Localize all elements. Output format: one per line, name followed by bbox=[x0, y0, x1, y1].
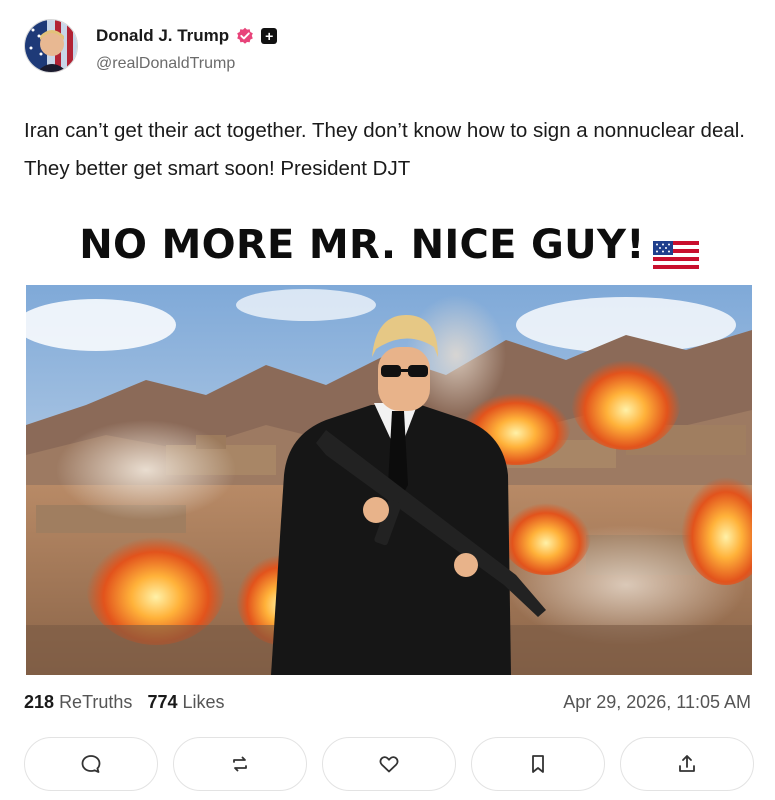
reply-button[interactable] bbox=[24, 737, 158, 791]
bookmark-button[interactable] bbox=[471, 737, 605, 791]
post-stats: 218 ReTruths 774 Likes bbox=[24, 692, 225, 713]
share-button[interactable] bbox=[620, 737, 754, 791]
post-text: Iran can’t get their act together. They … bbox=[24, 119, 745, 180]
share-icon bbox=[679, 755, 695, 772]
retruths-label[interactable]: ReTruths bbox=[59, 692, 132, 712]
handle[interactable]: @realDonaldTrump bbox=[96, 55, 235, 73]
retruth-button[interactable] bbox=[173, 737, 307, 791]
like-button[interactable] bbox=[322, 737, 456, 791]
avatar[interactable] bbox=[24, 19, 78, 73]
likes-count[interactable]: 774 bbox=[147, 692, 177, 712]
like-icon bbox=[379, 756, 399, 773]
display-name[interactable]: Donald J. Trump bbox=[96, 26, 229, 46]
media-photo bbox=[26, 285, 752, 675]
verified-badge-icon bbox=[236, 27, 254, 45]
author-row: Donald J. Trump + bbox=[96, 25, 278, 47]
post-media[interactable]: NO MORE MR. NICE GUY! bbox=[24, 208, 754, 678]
us-flag-icon bbox=[652, 233, 699, 269]
retruths-count[interactable]: 218 bbox=[24, 692, 54, 712]
likes-label[interactable]: Likes bbox=[183, 692, 225, 712]
plus-badge-icon: + bbox=[261, 28, 278, 44]
action-bar bbox=[24, 737, 754, 791]
retruth-icon bbox=[233, 756, 247, 772]
reply-icon bbox=[81, 755, 101, 773]
truth-post: Donald J. Trump + @realDonaldTrump Iran … bbox=[0, 0, 775, 800]
media-headline-text: NO MORE MR. NICE GUY! bbox=[79, 222, 645, 268]
bookmark-icon bbox=[532, 755, 544, 773]
post-timestamp[interactable]: Apr 29, 2026, 11:05 AM bbox=[563, 692, 751, 713]
media-headline: NO MORE MR. NICE GUY! bbox=[24, 222, 754, 269]
